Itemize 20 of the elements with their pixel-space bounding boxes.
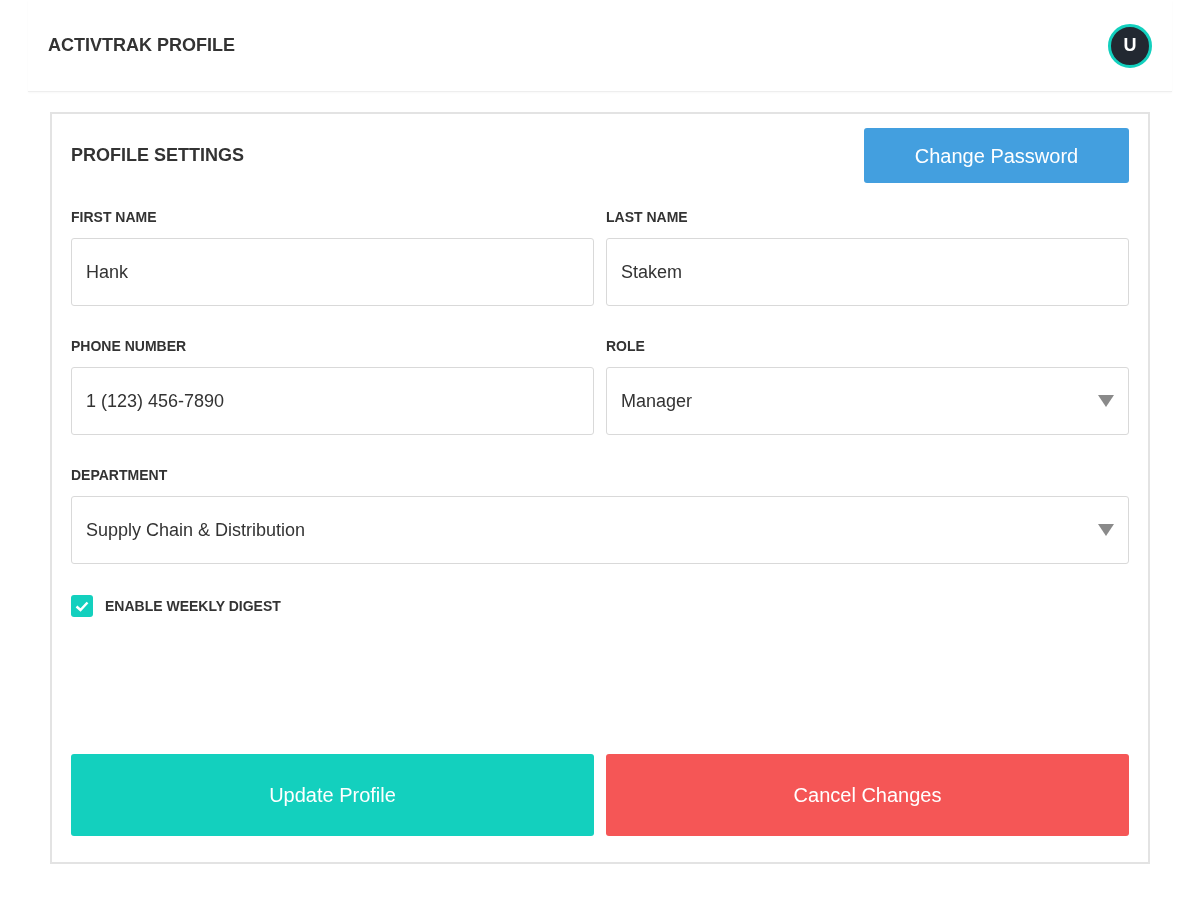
checkbox[interactable] <box>71 595 93 617</box>
dropdown-value: Supply Chain & Distribution <box>86 518 306 542</box>
input-field[interactable]: 1 (123) 456-7890 <box>71 367 594 435</box>
check-icon <box>75 600 89 612</box>
field-label: DEPARTMENT <box>71 466 169 485</box>
caret-icon <box>1098 395 1114 407</box>
field-label: FIRST NAME <box>71 208 158 227</box>
dropdown-value: Manager <box>621 389 693 413</box>
dropdown-field[interactable]: Supply Chain & Distribution <box>71 496 1129 564</box>
dropdown-field[interactable]: Manager <box>606 367 1129 435</box>
field-label: PHONE NUMBER <box>71 337 188 356</box>
panel-title: PROFILE SETTINGS <box>71 144 244 167</box>
field-label: LAST NAME <box>606 208 689 227</box>
page-title: ACTIVTRAK PROFILE <box>48 34 235 57</box>
input-field[interactable]: Stakem <box>606 238 1129 306</box>
input-field[interactable]: Hank <box>71 238 594 306</box>
user-avatar[interactable]: U <box>1108 23 1152 68</box>
caret-icon <box>1098 524 1114 536</box>
field-label: ROLE <box>606 337 646 356</box>
checkbox-label: ENABLE WEEKLY DIGEST <box>105 596 281 616</box>
